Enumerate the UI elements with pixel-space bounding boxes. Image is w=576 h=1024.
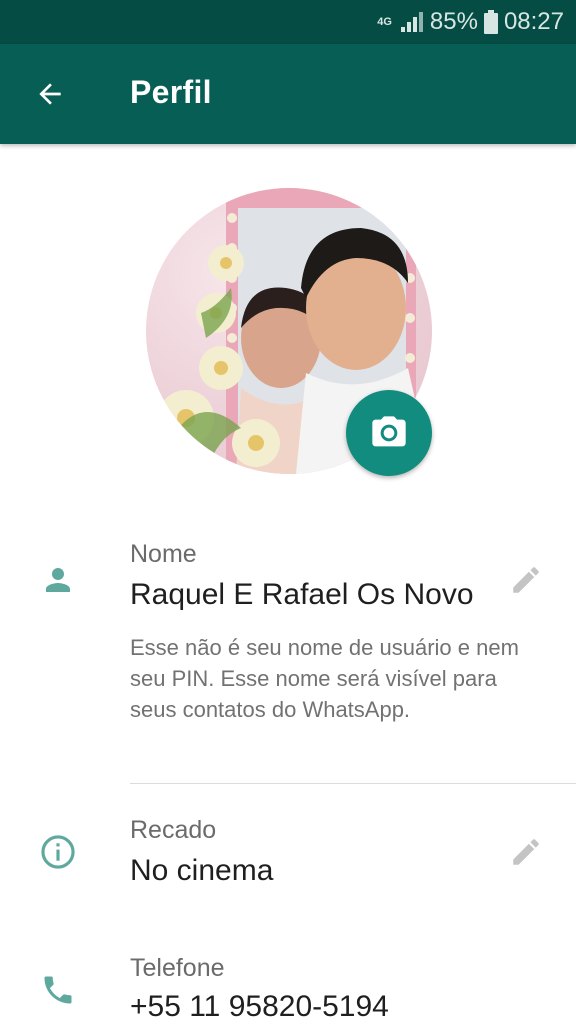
about-value[interactable]: No cinema xyxy=(130,854,273,888)
phone-label: Telefone xyxy=(130,954,225,982)
arrow-back-icon xyxy=(39,83,61,105)
pencil-icon xyxy=(513,567,539,593)
name-hint: Esse não é seu nome de usuário e nem seu… xyxy=(130,635,519,722)
phone-icon xyxy=(36,968,80,1012)
battery-percent: 85% xyxy=(429,8,478,35)
app-bar: Perfil xyxy=(0,44,576,144)
profile-photo-area xyxy=(146,188,432,476)
edit-name-button[interactable] xyxy=(504,558,548,602)
signal-icon xyxy=(400,12,423,32)
status-bar: 4G 85% 08:27 xyxy=(0,0,576,44)
person-icon xyxy=(36,558,80,602)
name-label: Nome xyxy=(130,540,197,568)
edit-about-button[interactable] xyxy=(504,830,548,874)
phone-value: +55 11 95820-5194 xyxy=(130,990,389,1023)
page-title: Perfil xyxy=(130,74,212,110)
change-photo-button[interactable] xyxy=(346,390,432,476)
clock: 08:27 xyxy=(503,8,564,35)
divider xyxy=(130,783,576,784)
network-type: 4G xyxy=(377,15,392,28)
about-label: Recado xyxy=(130,816,217,844)
pencil-icon xyxy=(513,839,539,865)
back-button[interactable] xyxy=(28,72,72,116)
battery-icon xyxy=(483,10,498,34)
name-value[interactable]: Raquel E Rafael Os Novo xyxy=(130,578,474,612)
info-icon xyxy=(36,830,80,874)
camera-icon xyxy=(372,416,406,447)
